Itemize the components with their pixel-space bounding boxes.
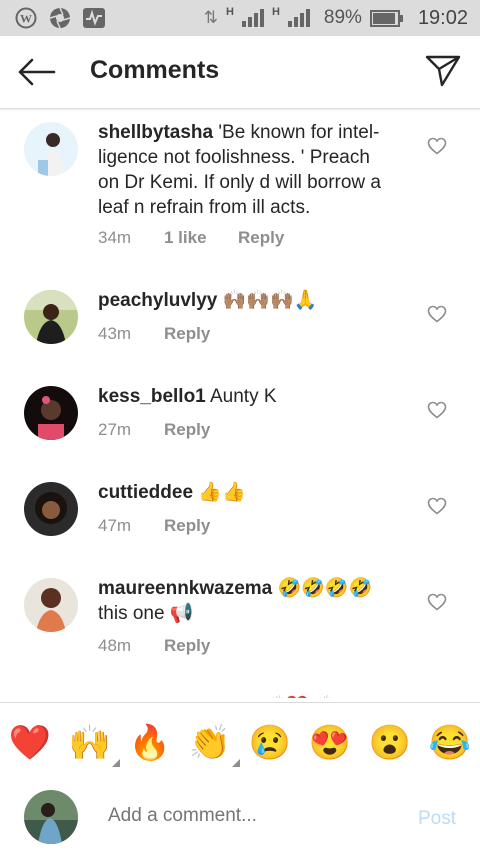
avatar[interactable]: [24, 578, 78, 632]
comment-body-line: on Dr Kemi. If only d will borrow a: [98, 172, 381, 193]
status-bar: W ⇅ H H 89% 19:02: [0, 0, 480, 36]
comment-body: 🙌🏽🙌🏽🙌🏽🙏: [222, 290, 318, 311]
comment-item: cuttieddee 👍👍 47m Reply: [0, 470, 480, 566]
comment-list[interactable]: shellbytasha 'Be known for intel- ligenc…: [0, 108, 480, 698]
comment-body-line: ligence not foolishness. ' Preach: [98, 147, 370, 168]
like-heart-icon[interactable]: [427, 305, 447, 323]
post-button[interactable]: Post: [418, 808, 456, 830]
add-comment-bar: Post: [0, 777, 480, 854]
quick-emoji-bar: ❤️ 🙌 🔥 👏 😢 😍 😮 😂: [0, 702, 480, 778]
clock: 19:02: [417, 6, 468, 29]
comment-username[interactable]: kess_bello1: [98, 386, 206, 407]
comment-username[interactable]: maureennkwazema: [98, 578, 272, 599]
comment-item: peachyluvlyy 🙌🏽🙌🏽🙌🏽🙏 43m Reply: [0, 278, 480, 374]
comment-meta: 27m Reply: [98, 420, 210, 440]
comment-body: 👍👍: [198, 482, 246, 503]
like-heart-icon[interactable]: [427, 593, 447, 611]
wordpress-icon: W: [14, 7, 38, 29]
avatar[interactable]: [24, 290, 78, 344]
comment-meta: 47m Reply: [98, 516, 210, 536]
avatar[interactable]: [24, 386, 78, 440]
reply-button[interactable]: Reply: [164, 324, 210, 344]
comment-text: peachyluvlyy 🙌🏽🙌🏽🙌🏽🙏: [98, 288, 418, 313]
clapping-hands-emoji: 👏: [188, 724, 232, 762]
like-heart-icon[interactable]: [427, 401, 447, 419]
activity-pulse-icon: [82, 7, 106, 29]
battery-percent: 89%: [323, 7, 362, 28]
comment-body: 'Be known for intel-: [213, 122, 380, 143]
comment-timestamp: 43m: [98, 324, 132, 343]
like-heart-icon[interactable]: [427, 137, 447, 155]
like-heart-icon[interactable]: [427, 497, 447, 515]
comment-username[interactable]: nermalovisbering: [98, 696, 256, 698]
svg-text:W: W: [20, 12, 32, 26]
avatar[interactable]: [24, 482, 78, 536]
comment-meta: 48m Reply: [98, 636, 210, 656]
crying-face-emoji-button[interactable]: 😢: [249, 723, 291, 763]
reply-button[interactable]: Reply: [238, 228, 284, 248]
comment-timestamp: 34m: [98, 228, 132, 247]
comment-meta: 34m 1 like Reply: [98, 228, 284, 248]
comments-header: Comments: [0, 36, 480, 109]
fire-emoji-button[interactable]: 🔥: [129, 723, 171, 763]
comment-text: cuttieddee 👍👍: [98, 480, 418, 505]
clapping-hands-emoji-button[interactable]: 👏: [188, 723, 240, 767]
comment-username[interactable]: shellbytasha: [98, 122, 213, 143]
signal-bars-icon-2: [287, 9, 310, 27]
comment-text: maureennkwazema 🤣🤣🤣🤣 this one 📢: [98, 576, 418, 626]
comment-body: 🤣🤣🤣🤣: [277, 578, 373, 599]
comment-meta: 43m Reply: [98, 324, 210, 344]
raised-hands-emoji: 🙌: [68, 724, 112, 762]
signal-bars-icon: [241, 9, 264, 27]
comment-item: maureennkwazema 🤣🤣🤣🤣 this one 📢 48m Repl…: [0, 566, 480, 686]
comment-body: Aunty K: [209, 386, 277, 407]
comment-likes[interactable]: 1 like: [164, 228, 238, 248]
network-type-label-2: H: [271, 6, 280, 18]
skin-tone-indicator-icon: [112, 759, 120, 767]
reply-button[interactable]: Reply: [164, 420, 210, 440]
comment-text: shellbytasha 'Be known for intel- ligenc…: [98, 120, 418, 220]
comment-body: 👏❤️👏: [262, 696, 333, 698]
comment-input[interactable]: [108, 805, 388, 827]
comment-text: kess_bello1 Aunty K: [98, 384, 418, 409]
raised-hands-emoji-button[interactable]: 🙌: [68, 723, 120, 767]
avatar[interactable]: [24, 122, 78, 176]
comment-username[interactable]: cuttieddee: [98, 482, 193, 503]
send-paper-plane-icon[interactable]: [424, 54, 462, 88]
comment-item: kess_bello1 Aunty K 27m Reply: [0, 374, 480, 470]
comment-timestamp: 27m: [98, 420, 132, 439]
laughing-tears-emoji-button[interactable]: 😂: [429, 723, 471, 763]
reply-button[interactable]: Reply: [164, 636, 210, 656]
comment-timestamp: 47m: [98, 516, 132, 535]
reply-button[interactable]: Reply: [164, 516, 210, 536]
camera-aperture-icon: [48, 7, 72, 29]
surprised-face-emoji-button[interactable]: 😮: [369, 723, 411, 763]
data-transfer-icon: ⇅: [203, 8, 218, 27]
comment-username[interactable]: peachyluvlyy: [98, 290, 217, 311]
comment-item: shellbytasha 'Be known for intel- ligenc…: [0, 108, 480, 278]
back-arrow-icon[interactable]: [16, 56, 56, 88]
comment-body-line: leaf n refrain from ill acts.: [98, 197, 311, 218]
current-user-avatar: [24, 790, 78, 844]
heart-emoji-button[interactable]: ❤️: [9, 723, 51, 763]
skin-tone-indicator-icon: [232, 759, 240, 767]
network-type-label: H: [226, 6, 234, 18]
comment-text: nermalovisbering 👏❤️👏: [98, 694, 418, 698]
battery-icon: [369, 9, 403, 27]
page-title: Comments: [90, 56, 220, 84]
comment-timestamp: 48m: [98, 636, 132, 655]
heart-eyes-emoji-button[interactable]: 😍: [309, 723, 351, 763]
comment-item: nermalovisbering 👏❤️👏: [0, 686, 480, 698]
comment-body-line: this one 📢: [98, 603, 194, 624]
